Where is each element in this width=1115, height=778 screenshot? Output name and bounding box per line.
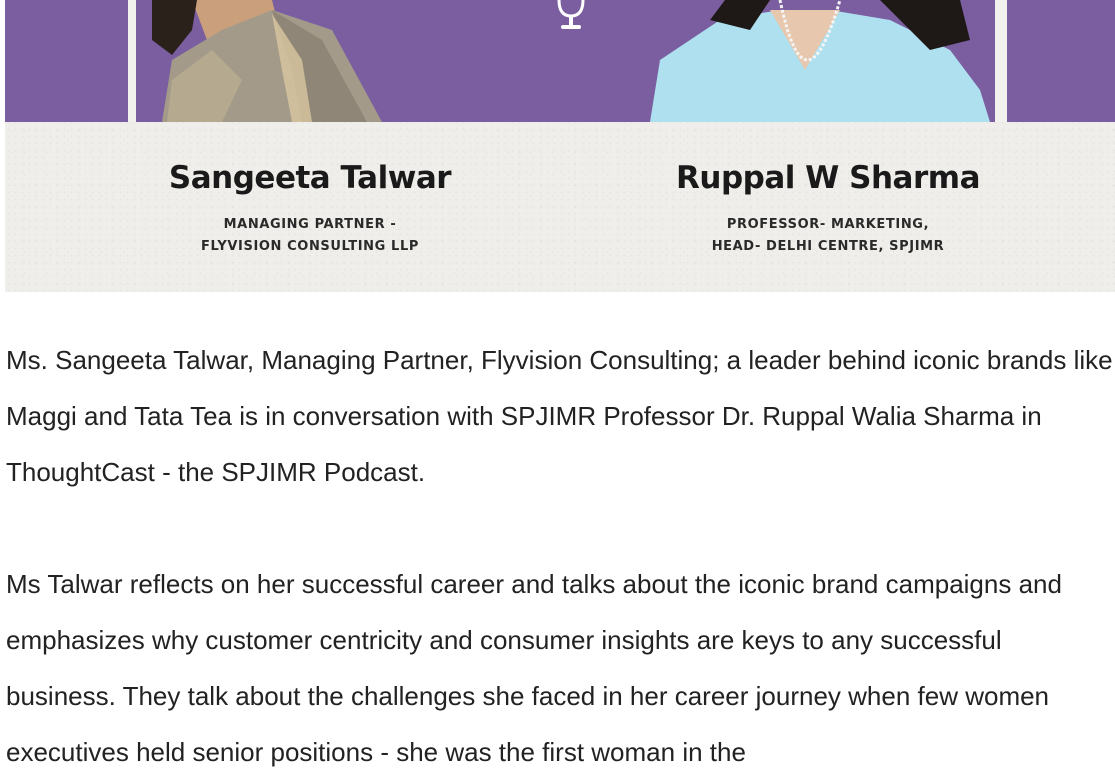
left-person-name: Sangeeta Talwar: [168, 160, 452, 196]
right-person-role-line2: HEAD- DELHI CENTRE, SPJIMR: [711, 239, 945, 254]
right-photo-frame-edge: [995, 0, 1007, 122]
microphone-icon: [557, 0, 585, 29]
podcast-banner-image: Sangeeta Talwar MANAGING PARTNER - FLYVI…: [5, 0, 1115, 292]
left-person-role-line1: MANAGING PARTNER -: [223, 217, 397, 232]
article-paragraph-1: Ms. Sangeeta Talwar, Managing Partner, F…: [6, 345, 1113, 487]
left-photo-frame-edge: [128, 0, 136, 122]
left-person-illustration: [152, 0, 382, 122]
article-paragraph-2: Ms Talwar reflects on her successful car…: [6, 569, 1062, 767]
left-photo: [142, 0, 400, 122]
left-person-role-line2: FLYVISION CONSULTING LLP: [201, 239, 419, 254]
right-person-role: PROFESSOR- MARKETING, HEAD- DELHI CENTRE…: [623, 214, 1033, 258]
page: Sangeeta Talwar MANAGING PARTNER - FLYVI…: [0, 0, 1115, 778]
left-person-role: MANAGING PARTNER - FLYVISION CONSULTING …: [105, 214, 515, 258]
right-person-role-line1: PROFESSOR- MARKETING,: [726, 217, 930, 232]
article-body: Ms. Sangeeta Talwar, Managing Partner, F…: [6, 332, 1115, 778]
right-person-illustration: [630, 0, 995, 122]
right-person-name: Ruppal W Sharma: [676, 160, 980, 196]
